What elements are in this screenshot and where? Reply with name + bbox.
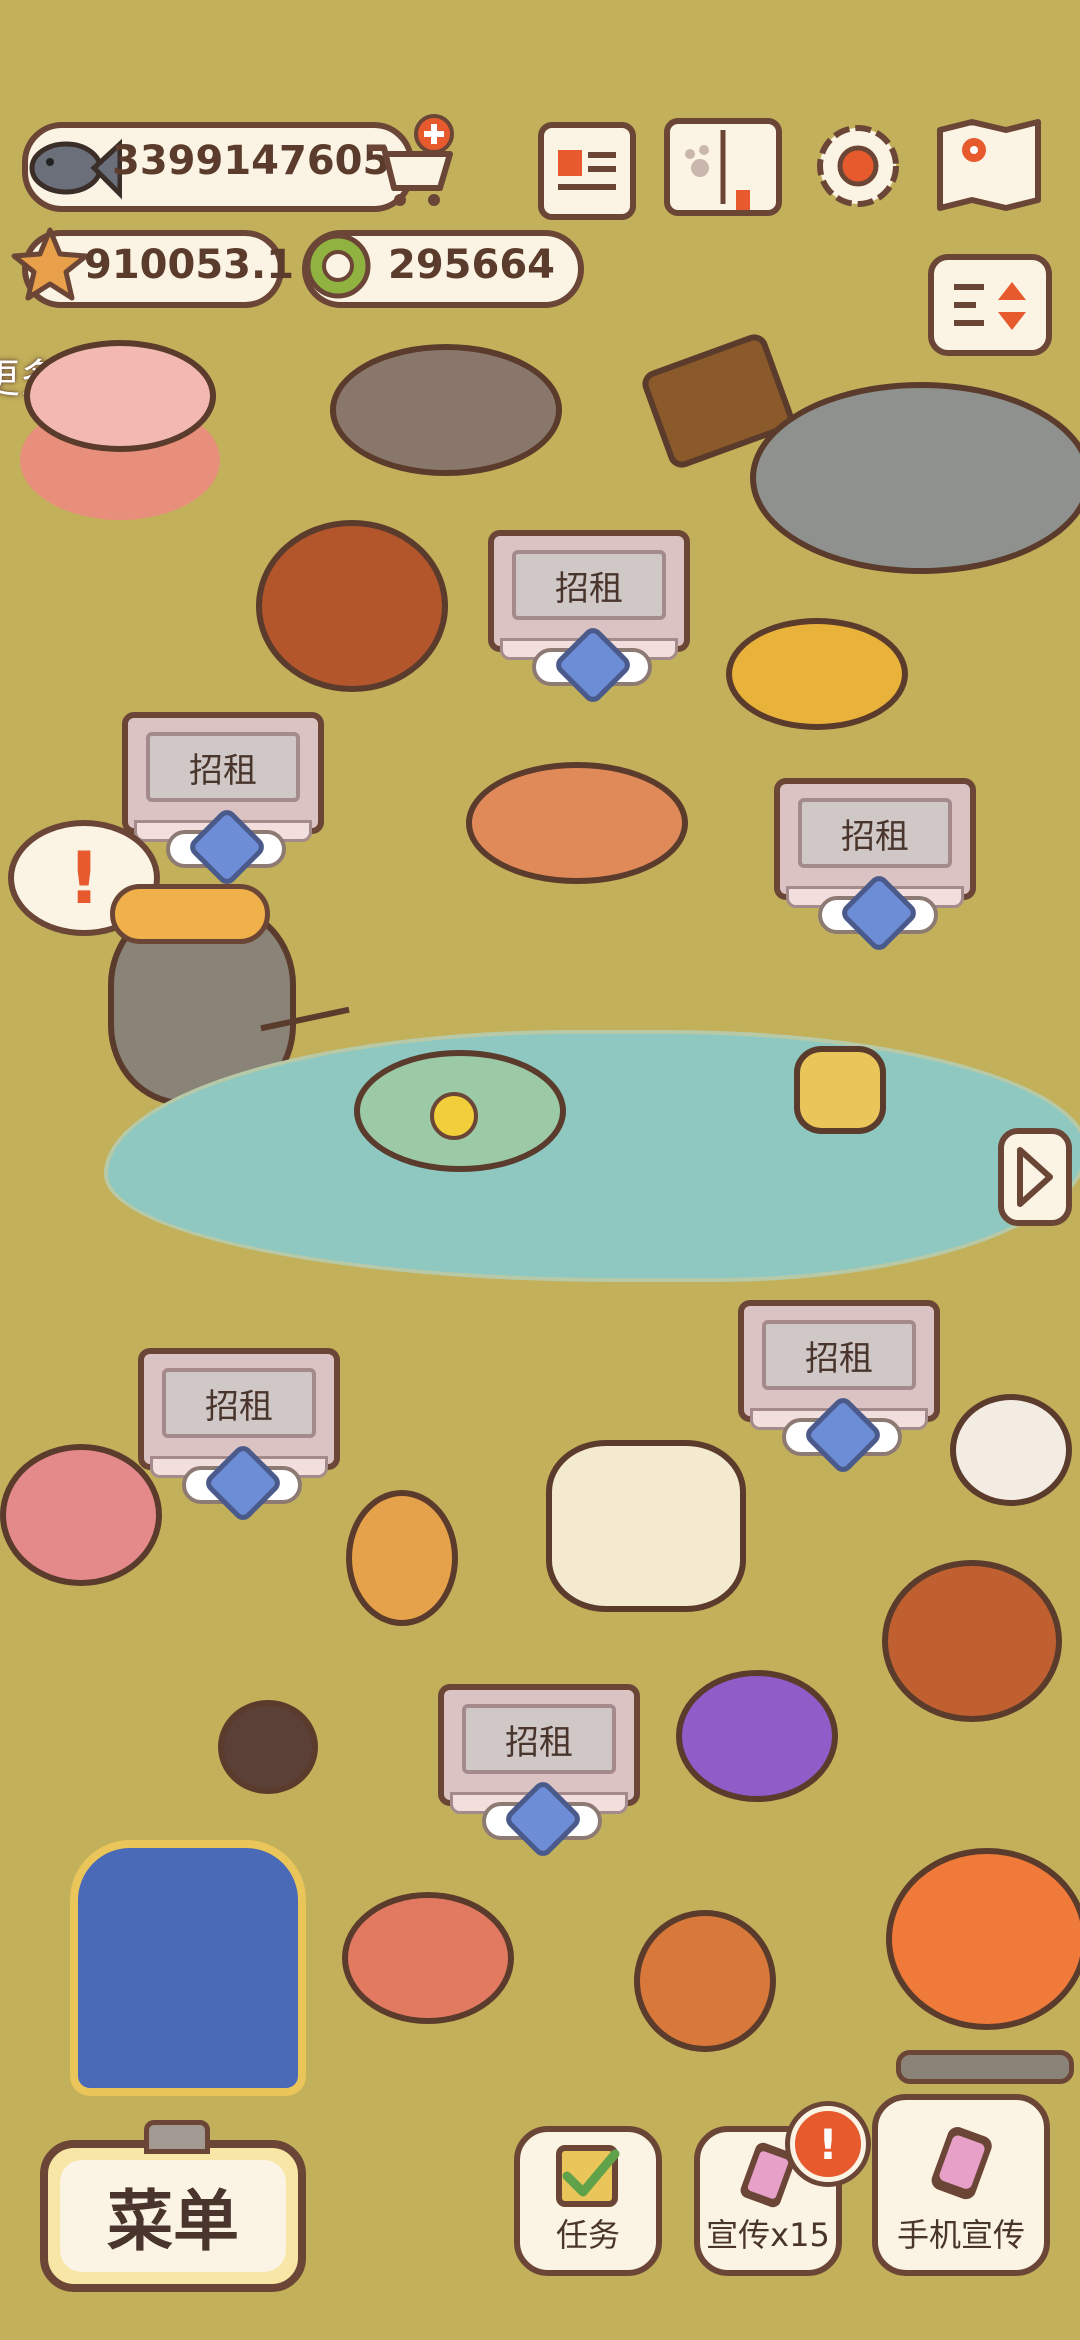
- purple-starfish-creature[interactable]: [676, 1670, 838, 1802]
- rent-sign[interactable]: 招租: [774, 778, 976, 955]
- paw-book-icon: [685, 130, 750, 214]
- star-badge-icon: [801, 1393, 885, 1477]
- striped-fish-creature[interactable]: [726, 618, 908, 730]
- shrimp-creature[interactable]: [466, 762, 688, 884]
- lobster-creature[interactable]: [24, 340, 216, 452]
- star-icon: [11, 227, 89, 301]
- fish-currency-bar: 3399147605: [22, 122, 414, 212]
- checklist-icon: [556, 2145, 620, 2207]
- rent-sign-label: 招租: [162, 1368, 316, 1438]
- rent-sign-label: 招租: [762, 1320, 916, 1390]
- id-card-icon: [558, 150, 616, 190]
- promote-label: 宣传x15: [706, 2216, 830, 2254]
- fish-icon: [29, 138, 122, 200]
- golden-pearl: [430, 1092, 478, 1140]
- scallop-creature[interactable]: [342, 1892, 514, 2024]
- king-crab-creature[interactable]: [882, 1560, 1062, 1722]
- rent-sign[interactable]: 招租: [738, 1300, 940, 1477]
- coin-amount: 295664: [388, 242, 555, 288]
- tasks-button[interactable]: 任务: [514, 2126, 662, 2276]
- next-area-button[interactable]: [998, 1128, 1072, 1226]
- menu-label: 菜单: [107, 2183, 239, 2260]
- mirror-shrine-decor[interactable]: [70, 1840, 306, 2096]
- star-amount: 910053.1: [84, 242, 295, 288]
- rent-sign-label: 招租: [146, 732, 300, 802]
- phone-promote-label: 手机宣传: [896, 2216, 1025, 2254]
- progress-bar: [896, 2050, 1074, 2084]
- phone-promote-button[interactable]: 手机宣传: [872, 2094, 1050, 2276]
- catalog-book-button[interactable]: [664, 118, 782, 216]
- arrow-right-icon: [1017, 1147, 1053, 1207]
- settings-button[interactable]: [808, 116, 908, 216]
- promote-button[interactable]: 宣传x15 !: [694, 2106, 866, 2276]
- map-icon: [937, 119, 1041, 211]
- alert-icon: !: [67, 836, 101, 920]
- rent-sign[interactable]: 招租: [438, 1684, 640, 1861]
- star-badge-icon: [501, 1777, 585, 1861]
- rent-sign-label: 招租: [512, 550, 666, 620]
- rent-sign[interactable]: 招租: [488, 530, 690, 707]
- star-badge-icon: [551, 623, 635, 707]
- tasks-label: 任务: [555, 2216, 620, 2254]
- sort-toggle-button[interactable]: [928, 254, 1052, 356]
- phone-ad-icon: [931, 2127, 992, 2200]
- brown-fish-creature[interactable]: [330, 344, 562, 476]
- rent-sign[interactable]: 招租: [138, 1348, 340, 1525]
- rent-sign[interactable]: 招租: [122, 712, 324, 889]
- octopus-creature[interactable]: [634, 1910, 776, 2052]
- flower-bow-decor: [110, 884, 270, 944]
- shop-cart-button[interactable]: [362, 114, 458, 210]
- stingray-creature[interactable]: [546, 1440, 746, 1612]
- plus-icon: [414, 114, 454, 154]
- map-button[interactable]: [934, 116, 1044, 214]
- star-currency-bar: 910053.1: [11, 227, 294, 308]
- pink-squid-creature[interactable]: [0, 1444, 162, 1586]
- rent-sign-label: 招租: [462, 1704, 616, 1774]
- shark-creature[interactable]: [750, 382, 1080, 574]
- star-badge-icon: [837, 871, 921, 955]
- profile-card-button[interactable]: [538, 122, 636, 220]
- clownfish-school-creature[interactable]: [886, 1848, 1080, 2030]
- seahorse-creature[interactable]: [346, 1490, 458, 1626]
- alert-icon: !: [818, 2119, 838, 2169]
- coin-icon: [305, 233, 371, 299]
- gear-icon: [817, 125, 899, 207]
- star-badge-icon: [201, 1441, 285, 1525]
- notification-badge: !: [790, 2106, 866, 2182]
- fish-amount: 3399147605: [112, 138, 391, 184]
- menu-button[interactable]: 菜单: [40, 2120, 306, 2292]
- sort-arrows-icon: [954, 282, 1026, 330]
- star-badge-icon: [185, 805, 269, 889]
- menu-clip-icon: [144, 2120, 210, 2154]
- coin-stack-creature[interactable]: [794, 1046, 886, 1134]
- sea-urchin-creature[interactable]: [218, 1700, 318, 1794]
- hermit-crab-creature[interactable]: [950, 1394, 1072, 1506]
- walrus-creature[interactable]: [256, 520, 448, 692]
- coin-currency-bar: 295664: [302, 230, 584, 308]
- rent-sign-label: 招租: [798, 798, 952, 868]
